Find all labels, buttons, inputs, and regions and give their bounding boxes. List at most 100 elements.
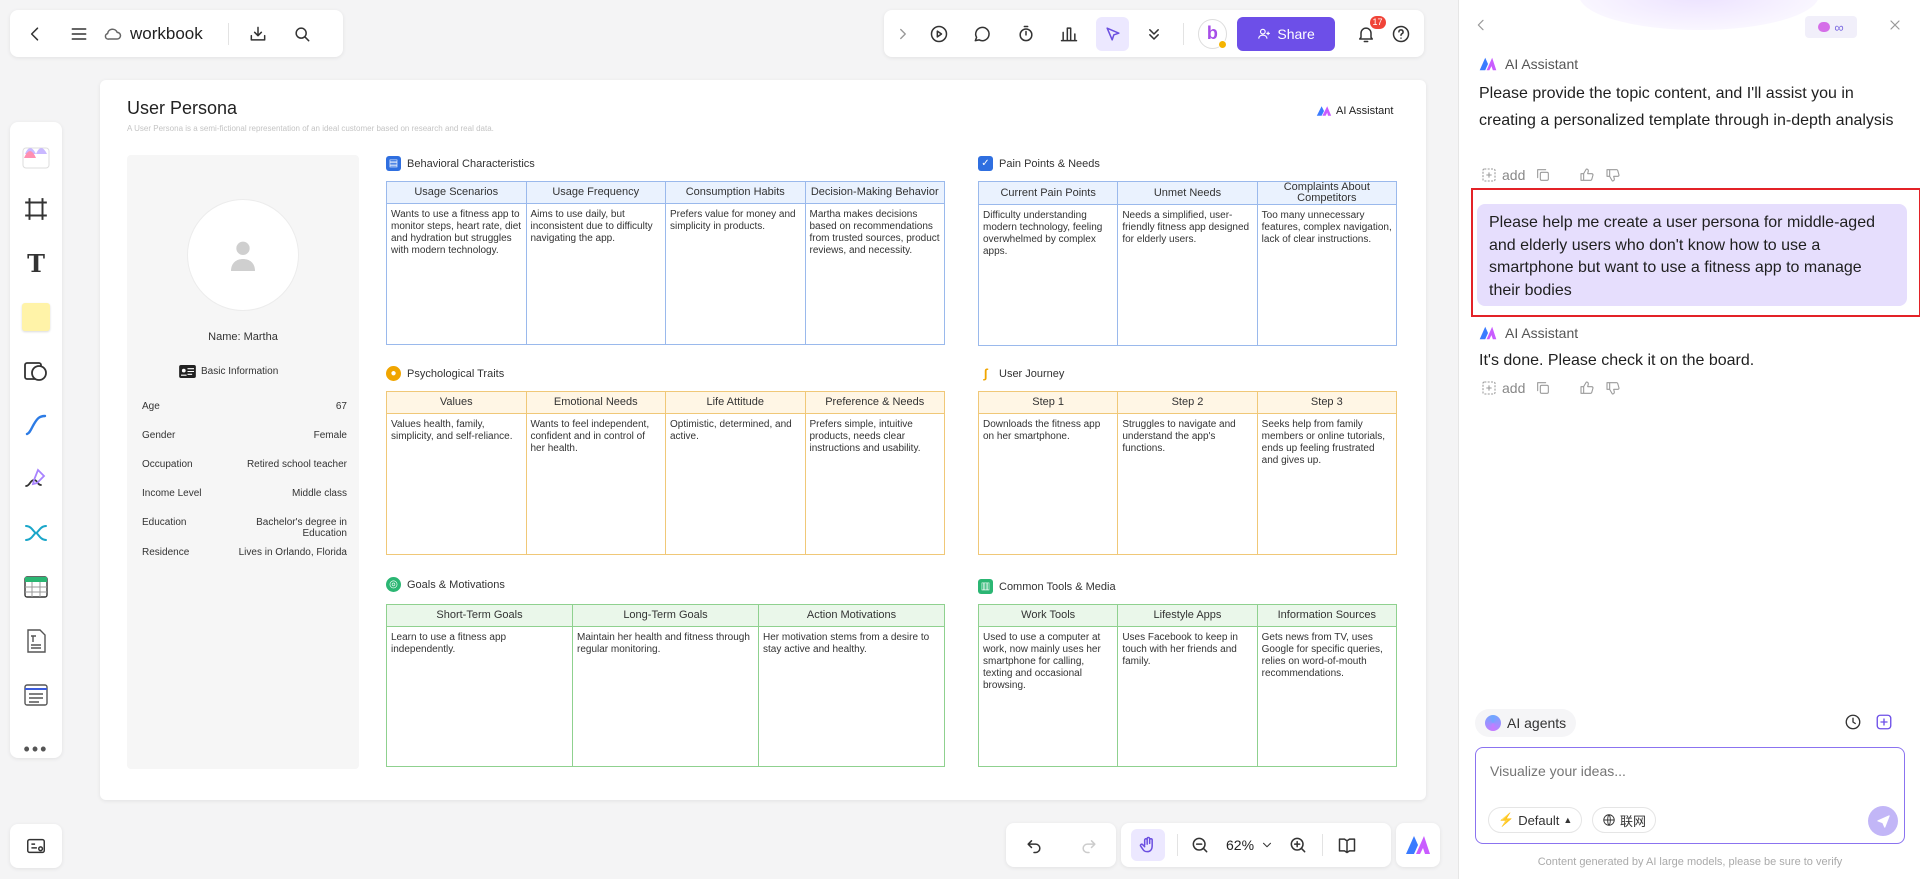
search-icon[interactable] [289, 24, 315, 44]
web-search-toggle[interactable]: 联网 [1592, 807, 1657, 833]
more-chevrons-icon[interactable] [1141, 24, 1166, 44]
col-header: Lifestyle Apps [1117, 604, 1258, 627]
table-cell[interactable]: Used to use a computer at work, now main… [977, 626, 1119, 767]
hand-tool-icon[interactable] [1131, 829, 1165, 861]
zoom-level[interactable]: 62% [1226, 837, 1254, 853]
collapse-icon[interactable] [1473, 17, 1489, 33]
basic-info-heading: Basic Information [179, 365, 278, 378]
template-tool[interactable] [10, 128, 62, 182]
ai-assistant-button[interactable] [1396, 823, 1440, 867]
history-icon[interactable] [1844, 713, 1862, 731]
doc-title[interactable]: workbook [130, 24, 218, 44]
mode-selector[interactable]: ⚡ Default ▲ [1488, 807, 1583, 833]
info-label: Occupation [142, 459, 193, 470]
mode-toggle[interactable]: ∞ [1805, 16, 1857, 38]
minimap-button[interactable] [10, 824, 62, 868]
table-cell[interactable]: Optimistic, determined, and active. [665, 413, 806, 555]
connector-tool[interactable] [10, 398, 62, 452]
table-tool[interactable] [10, 560, 62, 614]
text-tool[interactable]: T [10, 236, 62, 290]
table-cell[interactable]: Uses Facebook to keep in touch with her … [1117, 626, 1258, 767]
zoom-out-icon[interactable] [1190, 835, 1210, 855]
ai-assistant-panel: ∞ AI Assistant Please provide the topic … [1458, 0, 1920, 879]
add-button[interactable]: add [1481, 167, 1525, 183]
book-icon[interactable] [1337, 835, 1357, 855]
col-header: Decision-Making Behavior [804, 181, 945, 204]
download-icon[interactable] [245, 24, 271, 44]
table-cell[interactable]: Needs a simplified, user-friendly fitnes… [1117, 204, 1258, 346]
chat-input[interactable] [1490, 760, 1890, 782]
document-tool[interactable] [10, 614, 62, 668]
comment-icon[interactable] [969, 24, 994, 44]
template-icon [22, 147, 50, 169]
thumbs-down-icon[interactable] [1605, 380, 1621, 396]
frame-tool[interactable] [10, 182, 62, 236]
table-cell[interactable]: Prefers value for money and simplicity i… [665, 203, 806, 345]
table-cell[interactable]: Struggles to navigate and understand the… [1117, 413, 1258, 555]
table-cell[interactable]: Wants to use a fitness app to monitor st… [386, 203, 527, 345]
pen-tool[interactable] [10, 452, 62, 506]
chevron-right-icon[interactable] [894, 24, 912, 44]
table-cell[interactable]: Learn to use a fitness app independently… [386, 626, 573, 767]
table-row: Used to use a computer at work, now main… [977, 626, 1398, 767]
mind-map-icon [25, 525, 47, 541]
send-button[interactable] [1868, 806, 1898, 836]
avatar[interactable]: b [1197, 18, 1228, 49]
menu-icon[interactable] [66, 24, 92, 44]
laser-pointer-icon[interactable] [1095, 16, 1130, 51]
shape-tool[interactable] [10, 344, 62, 398]
sticky-note-tool[interactable] [10, 290, 62, 344]
share-button[interactable]: Share [1237, 16, 1336, 51]
col-header: Work Tools [977, 604, 1119, 627]
timer-icon[interactable] [1013, 24, 1038, 44]
persona-board[interactable]: User Persona A User Persona is a semi-fi… [100, 80, 1426, 800]
bell-icon[interactable]: 17 [1353, 15, 1386, 44]
agents-icon [1485, 715, 1501, 731]
add-user-icon [1258, 28, 1271, 39]
history-controls [1006, 823, 1116, 867]
thumbs-up-icon[interactable] [1579, 167, 1595, 183]
table-cell[interactable]: Wants to feel independent, confident and… [525, 413, 666, 555]
col-header: Consumption Habits [665, 181, 806, 204]
table-cell[interactable]: Values health, family, simplicity, and s… [386, 413, 527, 555]
ai-agents-button[interactable]: AI agents [1475, 709, 1577, 737]
copy-icon[interactable] [1535, 380, 1551, 396]
info-row-income: Income Level Middle class [142, 488, 347, 499]
table-cell[interactable]: Martha makes decisions based on recommen… [804, 203, 945, 345]
table-cell[interactable]: Maintain her health and fitness through … [572, 626, 759, 767]
info-row-residence: Residence Lives in Orlando, Florida [142, 547, 347, 558]
mind-map-tool[interactable] [10, 506, 62, 560]
add-button[interactable]: add [1481, 380, 1525, 396]
table-header-row: Work Tools Lifestyle Apps Information So… [977, 604, 1398, 627]
table-cell[interactable]: Her motivation stems from a desire to st… [758, 626, 945, 767]
list-tool[interactable] [10, 668, 62, 722]
vote-icon[interactable] [1056, 24, 1081, 44]
checkbox-icon: ✓ [978, 156, 993, 171]
table-cell[interactable]: Aims to use daily, but inconsistent due … [525, 203, 666, 345]
undo-icon[interactable] [1024, 835, 1044, 855]
redo-icon[interactable] [1079, 835, 1099, 855]
help-icon[interactable] [1389, 24, 1414, 44]
new-chat-icon[interactable] [1875, 713, 1893, 731]
table-cell[interactable]: Gets news from TV, uses Google for speci… [1256, 626, 1398, 767]
minimap-icon [27, 838, 45, 854]
col-header: Values [386, 391, 527, 414]
table-cell[interactable]: Seeks help from family members or online… [1256, 413, 1398, 555]
more-tools[interactable]: ••• [10, 722, 62, 776]
table-cell[interactable]: Prefers simple, intuitive products, need… [804, 413, 945, 555]
mode-label: Default [1518, 812, 1560, 828]
zoom-in-icon[interactable] [1288, 835, 1308, 855]
back-icon[interactable] [22, 24, 48, 44]
close-icon[interactable] [1887, 17, 1903, 33]
table-cell[interactable]: Difficulty understanding modern technolo… [977, 204, 1119, 346]
zoom-dropdown-icon[interactable] [1260, 838, 1274, 852]
divider [228, 22, 229, 45]
table-cell[interactable]: Too many unnecessary features, complex n… [1256, 204, 1398, 346]
copy-icon[interactable] [1535, 167, 1551, 183]
thumbs-up-icon[interactable] [1579, 380, 1595, 396]
thumbs-down-icon[interactable] [1605, 167, 1621, 183]
web-label: 联网 [1620, 813, 1647, 829]
col-header: Usage Frequency [525, 181, 666, 204]
play-icon[interactable] [926, 24, 951, 44]
table-cell[interactable]: Downloads the fitness app on her smartph… [977, 413, 1119, 555]
